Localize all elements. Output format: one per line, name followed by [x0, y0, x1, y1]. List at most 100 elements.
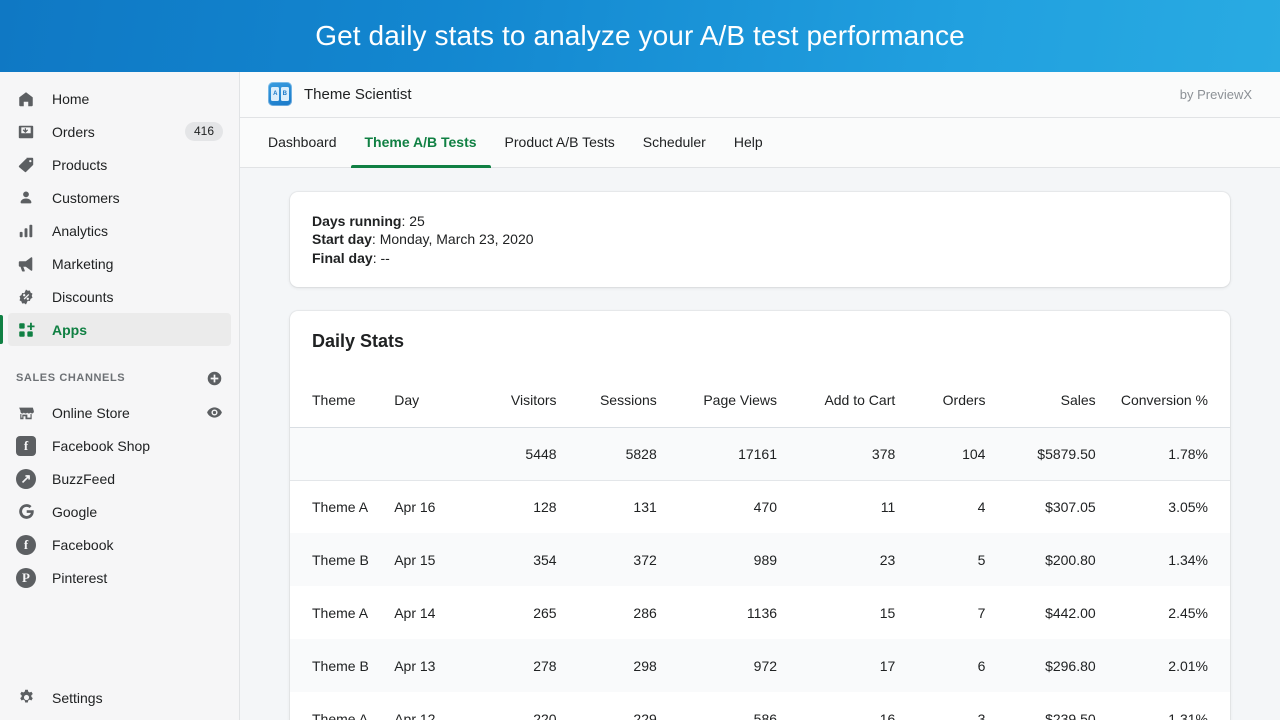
days-running-line: Days running: 25 [312, 212, 1208, 231]
tab-theme-ab-tests[interactable]: Theme A/B Tests [351, 118, 491, 167]
cell-theme: Theme A [290, 480, 388, 533]
home-icon [16, 89, 36, 109]
sidebar-item-products[interactable]: Products [8, 148, 231, 181]
sidebar-item-pinterest[interactable]: P Pinterest [8, 561, 231, 594]
column-header-day[interactable]: Day [388, 374, 470, 427]
sidebar-item-online-store[interactable]: Online Store [8, 396, 231, 429]
column-header-page-views[interactable]: Page Views [663, 374, 783, 427]
cell-orders: 3 [901, 692, 991, 720]
column-header-orders[interactable]: Orders [901, 374, 991, 427]
sidebar: Home Orders 416 Products Customers [0, 72, 240, 720]
sidebar-item-orders[interactable]: Orders 416 [8, 115, 231, 148]
sidebar-item-label: Online Store [52, 405, 130, 421]
cell-add-to-cart: 23 [783, 533, 901, 586]
add-circle-icon[interactable] [206, 370, 223, 387]
cell-add-to-cart: 17 [783, 639, 901, 692]
cell-visitors: 220 [470, 692, 562, 720]
column-header-add-to-cart[interactable]: Add to Cart [783, 374, 901, 427]
sidebar-item-label: Facebook Shop [52, 438, 150, 454]
cell-sales: $239.50 [991, 692, 1101, 720]
cell-conversion: 1.31% [1102, 692, 1230, 720]
cell-sessions: 298 [563, 639, 663, 692]
cell-day: Apr 12 [388, 692, 470, 720]
app-icon-letter-a: A [271, 87, 279, 101]
promo-banner-text: Get daily stats to analyze your A/B test… [315, 20, 965, 52]
table-row[interactable]: Theme B Apr 13 278 298 972 17 6 $296.80 … [290, 639, 1230, 692]
facebook-icon: f [16, 535, 36, 555]
cell-day: Apr 13 [388, 639, 470, 692]
column-header-sessions[interactable]: Sessions [563, 374, 663, 427]
facebook-shop-glyph: f [16, 436, 36, 456]
sidebar-item-label: Apps [52, 322, 87, 338]
test-info-card: Days running: 25 Start day: Monday, Marc… [290, 192, 1230, 288]
cell-day: Apr 15 [388, 533, 470, 586]
sidebar-item-customers[interactable]: Customers [8, 181, 231, 214]
cell-sales: $307.05 [991, 480, 1101, 533]
sidebar-spacer [0, 594, 239, 681]
pinterest-icon: P [16, 568, 36, 588]
sidebar-item-home[interactable]: Home [8, 82, 231, 115]
sidebar-item-google[interactable]: Google [8, 495, 231, 528]
table-row[interactable]: Theme B Apr 15 354 372 989 23 5 $200.80 … [290, 533, 1230, 586]
cell-visitors: 265 [470, 586, 562, 639]
daily-stats-table: Theme Day Visitors Sessions Page Views A… [290, 374, 1230, 720]
customers-icon [16, 188, 36, 208]
days-running-value: 25 [409, 213, 425, 229]
facebook-glyph: f [16, 535, 36, 555]
sidebar-item-analytics[interactable]: Analytics [8, 214, 231, 247]
google-icon [16, 502, 36, 522]
sales-channels-title: SALES CHANNELS [16, 372, 125, 384]
app-shell: Home Orders 416 Products Customers [0, 72, 1280, 720]
column-header-conversion[interactable]: Conversion % [1102, 374, 1230, 427]
cell-day: Apr 14 [388, 586, 470, 639]
sidebar-item-label: BuzzFeed [52, 471, 115, 487]
final-day-line: Final day: -- [312, 249, 1208, 268]
sidebar-item-facebook[interactable]: f Facebook [8, 528, 231, 561]
summary-day [388, 427, 470, 480]
app-byline: by PreviewX [1180, 87, 1252, 102]
cell-page-views: 972 [663, 639, 783, 692]
sidebar-item-settings[interactable]: Settings [8, 681, 231, 714]
tab-product-ab-tests[interactable]: Product A/B Tests [491, 118, 629, 167]
table-body: 5448 5828 17161 378 104 $5879.50 1.78% T… [290, 427, 1230, 720]
column-header-visitors[interactable]: Visitors [470, 374, 562, 427]
eye-icon[interactable] [206, 404, 223, 421]
cell-add-to-cart: 16 [783, 692, 901, 720]
sidebar-item-label: Settings [52, 690, 103, 706]
tab-help[interactable]: Help [720, 118, 777, 167]
cell-theme: Theme A [290, 586, 388, 639]
apps-icon [16, 320, 36, 340]
start-day-value: Monday, March 23, 2020 [380, 231, 534, 247]
sidebar-item-facebook-shop[interactable]: f Facebook Shop [8, 429, 231, 462]
table-summary-row: 5448 5828 17161 378 104 $5879.50 1.78% [290, 427, 1230, 480]
tab-dashboard[interactable]: Dashboard [254, 118, 351, 167]
table-head: Theme Day Visitors Sessions Page Views A… [290, 374, 1230, 427]
orders-count-badge: 416 [185, 122, 223, 141]
cell-sessions: 286 [563, 586, 663, 639]
column-header-theme[interactable]: Theme [290, 374, 388, 427]
summary-visitors: 5448 [470, 427, 562, 480]
sidebar-item-marketing[interactable]: Marketing [8, 247, 231, 280]
table-row[interactable]: Theme A Apr 16 128 131 470 11 4 $307.05 … [290, 480, 1230, 533]
table-row[interactable]: Theme A Apr 14 265 286 1136 15 7 $442.00… [290, 586, 1230, 639]
summary-sales: $5879.50 [991, 427, 1101, 480]
sidebar-item-buzzfeed[interactable]: ↗ BuzzFeed [8, 462, 231, 495]
app-icon-letter-b: B [281, 87, 289, 101]
sidebar-item-label: Discounts [52, 289, 113, 305]
cell-sessions: 372 [563, 533, 663, 586]
final-day-label: Final day [312, 250, 373, 266]
orders-icon [16, 122, 36, 142]
cell-page-views: 586 [663, 692, 783, 720]
cell-page-views: 1136 [663, 586, 783, 639]
app-header-bar: A B Theme Scientist by PreviewX [240, 72, 1280, 118]
promo-banner: Get daily stats to analyze your A/B test… [0, 0, 1280, 72]
sidebar-item-apps[interactable]: Apps [8, 313, 231, 346]
table-row[interactable]: Theme A Apr 12 220 229 586 16 3 $239.50 … [290, 692, 1230, 720]
pinterest-glyph: P [16, 568, 36, 588]
start-day-line: Start day: Monday, March 23, 2020 [312, 230, 1208, 249]
sidebar-item-discounts[interactable]: Discounts [8, 280, 231, 313]
column-header-sales[interactable]: Sales [991, 374, 1101, 427]
cell-theme: Theme A [290, 692, 388, 720]
tab-scheduler[interactable]: Scheduler [629, 118, 720, 167]
cell-sales: $442.00 [991, 586, 1101, 639]
